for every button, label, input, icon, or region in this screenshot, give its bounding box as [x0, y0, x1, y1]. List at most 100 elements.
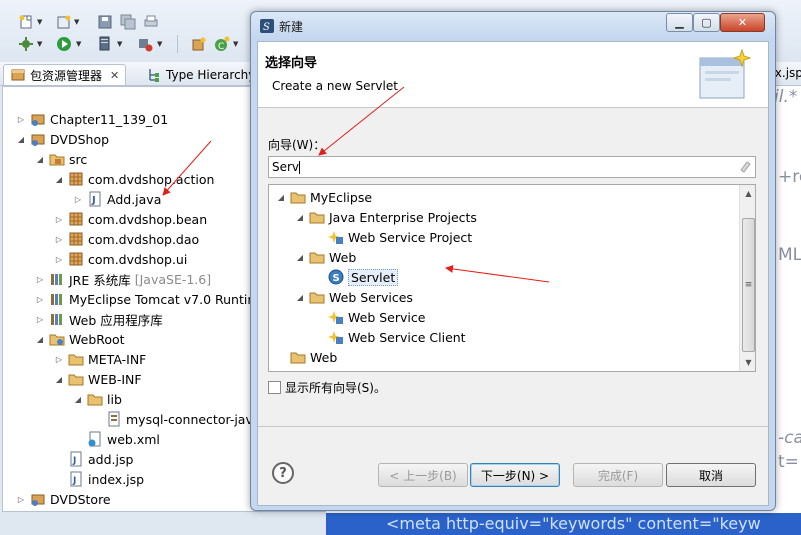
folder-open-icon [309, 249, 325, 265]
new-dropdown-icon[interactable]: ▼ [37, 18, 42, 26]
tree-item[interactable]: ▷ JRE 系统库 [JavaSE-1.6] [34, 269, 211, 289]
minimize-button[interactable]: ▁ [666, 13, 693, 32]
scroll-down-icon[interactable]: ▼ [740, 354, 755, 371]
folder-icon [290, 349, 306, 365]
collapse-icon[interactable]: ◢ [34, 153, 46, 165]
tree-item[interactable]: ▷ Chapter11_139_01 [15, 109, 168, 129]
collapse-icon[interactable]: ◢ [294, 251, 306, 263]
dialog-titlebar[interactable]: S 新建 ▁ ▢ ✕ [251, 12, 775, 40]
tree-item[interactable]: ▷ Web 应用程序库 [34, 309, 163, 329]
new-class-dropdown-icon[interactable]: ▼ [233, 40, 238, 48]
clear-filter-icon[interactable] [738, 159, 752, 173]
collapse-icon[interactable]: ◢ [72, 393, 84, 405]
expand-icon[interactable]: ▷ [53, 353, 65, 365]
scroll-thumb[interactable]: ≡ [742, 218, 755, 352]
tree-item[interactable]: ▷ META-INF [53, 349, 146, 369]
tree-item[interactable]: ◢ DVDShop [15, 129, 109, 149]
save-icon[interactable] [97, 14, 113, 30]
tab-type-hierarchy[interactable]: Type Hierarchy [140, 64, 261, 85]
scroll-up-icon[interactable]: ▲ [740, 185, 755, 202]
wizard-tree-item[interactable]: ◢ Web [294, 247, 356, 267]
finish-button[interactable]: 完成(F) [573, 463, 663, 487]
wizard-tree-item[interactable]: ◢ MyEclipse [275, 187, 372, 207]
tree-item-label: Add.java [107, 191, 162, 207]
expand-icon[interactable]: ▷ [15, 113, 27, 125]
show-all-wizards-label: 显示所有向导(S)。 [285, 381, 386, 395]
expand-icon[interactable]: ▷ [15, 493, 27, 505]
back-button[interactable]: < 上一步(B) [378, 463, 468, 487]
debug-settings-icon[interactable] [18, 36, 34, 52]
next-button[interactable]: 下一步(N) > [470, 463, 560, 487]
tree-item[interactable]: ◢ src [34, 149, 87, 169]
tree-item[interactable]: Jadd.jsp [68, 449, 133, 469]
wizard-tree-label: Web [329, 249, 357, 265]
wizard-tree-scrollbar[interactable]: ▲ ≡ ▼ [739, 185, 755, 371]
tree-item-label: JRE 系统库 [69, 272, 131, 288]
collapse-icon[interactable]: ◢ [53, 373, 65, 385]
deploy-icon[interactable] [137, 36, 153, 52]
project-dropdown-icon[interactable]: ▼ [74, 18, 79, 26]
tree-item[interactable]: ▷ MyEclipse Tomcat v7.0 Runtime [34, 289, 267, 309]
collapse-icon[interactable]: ◢ [294, 291, 306, 303]
tree-item[interactable]: Jindex.jsp [68, 469, 144, 489]
tree-item[interactable]: ▷ com.dvdshop.bean [53, 209, 207, 229]
deploy-dropdown-icon[interactable]: ▼ [157, 40, 162, 48]
wizard-tree-item[interactable]: ◢ Java Enterprise Projects [294, 207, 477, 227]
run-dropdown-icon[interactable]: ▼ [76, 40, 81, 48]
wizard-tree-item[interactable]: Web Service Project [328, 227, 472, 247]
expand-icon[interactable]: ▷ [53, 213, 65, 225]
wizard-header-description: Create a new Servlet [272, 79, 398, 93]
cancel-button[interactable]: 取消 [666, 463, 756, 487]
expand-icon[interactable]: ▷ [34, 273, 46, 285]
expand-icon[interactable]: ▷ [53, 253, 65, 265]
expand-icon[interactable]: ▷ [53, 233, 65, 245]
save-all-icon[interactable] [120, 14, 136, 30]
tree-item[interactable]: mysql-connector-java [106, 409, 261, 429]
checkbox-box[interactable] [268, 381, 281, 394]
close-button[interactable]: ✕ [720, 13, 765, 32]
expand-icon[interactable]: ▷ [72, 193, 84, 205]
tree-item-label: MyEclipse Tomcat v7.0 Runtime [69, 291, 268, 307]
cancel-button-label: 取消 [698, 468, 723, 483]
maximize-button[interactable]: ▢ [693, 13, 720, 32]
tree-item[interactable]: ◢ WEB-INF [53, 369, 142, 389]
collapse-icon[interactable]: ◢ [34, 333, 46, 345]
collapse-icon[interactable]: ◢ [294, 211, 306, 223]
run-icon[interactable] [56, 36, 72, 52]
collapse-icon[interactable]: ◢ [15, 133, 27, 145]
tree-item[interactable]: ◢ com.dvdshop.action [53, 169, 214, 189]
new-file-icon[interactable] [18, 14, 34, 30]
wizard-tree-item[interactable]: Web [290, 347, 337, 367]
wizard-tree-item[interactable]: Web Service Client [328, 327, 466, 347]
server-dropdown-icon[interactable]: ▼ [117, 40, 122, 48]
collapse-icon[interactable]: ◢ [53, 173, 65, 185]
show-all-wizards-checkbox[interactable]: 显示所有向导(S)。 [268, 379, 386, 396]
dialog-content: 选择向导 Create a new Servlet 向导(W)： Serv ◢ M… [257, 41, 769, 506]
wizard-tree-item[interactable]: ◢ Web Services [294, 287, 413, 307]
wizard-filter-input[interactable]: Serv [268, 156, 756, 178]
servlet-icon: S [328, 269, 344, 285]
expand-icon[interactable]: ▷ [34, 313, 46, 325]
tree-item[interactable]: ▷ com.dvdshop.dao [53, 229, 199, 249]
tree-item[interactable]: ◢ lib [72, 389, 122, 409]
debug-settings-dropdown-icon[interactable]: ▼ [37, 40, 42, 48]
new-package-icon[interactable] [191, 36, 207, 52]
web-service-client-icon [328, 329, 344, 345]
wizard-tree-item[interactable]: Web Service [328, 307, 425, 327]
help-icon[interactable]: ? [272, 462, 294, 484]
collapse-icon[interactable]: ◢ [275, 191, 287, 203]
close-icon[interactable]: ✕ [110, 69, 119, 82]
new-project-icon[interactable] [56, 14, 72, 30]
wizard-tree-item-servlet[interactable]: S Servlet [328, 267, 399, 287]
tree-item[interactable]: ▷ DVDStore [15, 489, 111, 509]
expand-icon[interactable]: ▷ [34, 293, 46, 305]
tree-item[interactable]: web.xml [87, 429, 160, 449]
tree-item[interactable]: ▷ J Add.java [72, 189, 161, 209]
new-class-icon[interactable]: C [214, 36, 230, 52]
tree-item[interactable]: ▷ com.dvdshop.ui [53, 249, 187, 269]
print-icon[interactable] [143, 14, 159, 30]
tree-item[interactable]: ◢ WebRoot [34, 329, 125, 349]
server-icon[interactable] [97, 36, 113, 52]
explorer-bottom-scrollbar[interactable] [0, 512, 326, 535]
tab-package-explorer[interactable]: 包资源管理器 ✕ [3, 64, 127, 85]
